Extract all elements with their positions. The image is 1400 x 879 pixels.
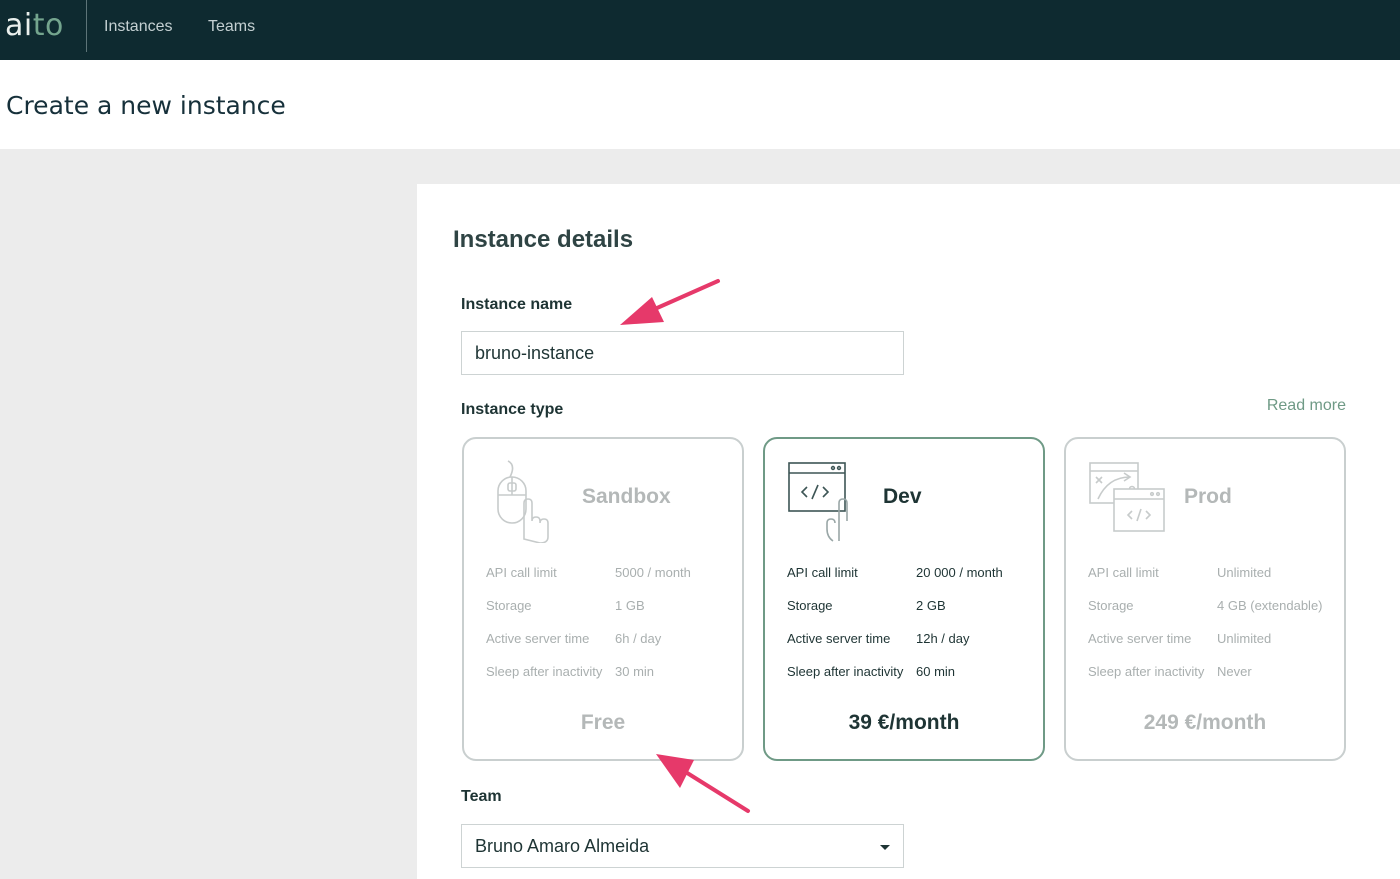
spec-label: Active server time [787,631,891,646]
spec-label: API call limit [787,565,858,580]
spec-value: 5000 / month [615,565,691,580]
page-header: Create a new instance [0,60,1400,149]
instance-details-panel: Instance details Instance name Instance … [417,184,1400,879]
spec-label: Sleep after inactivity [1088,664,1205,679]
plan-name: Prod [1184,485,1232,508]
navbar-divider [86,0,87,52]
mouse-click-icon [497,460,549,543]
spec-value: Unlimited [1217,565,1272,580]
plan-price: 249 €/month [1143,711,1267,734]
team-select-value: Bruno Amaro Almeida [475,836,650,856]
instance-name-label: Instance name [461,296,573,313]
aito-logo[interactable]: aito [5,8,64,43]
spec-value: 12h / day [916,631,970,646]
plan-card-dev[interactable]: Dev API call limit 20 000 / month Storage… [763,437,1045,761]
nav-teams-link[interactable]: Teams [208,18,255,36]
spec-value: 4 GB (extendable) [1217,598,1323,613]
spec-value: 6h / day [615,631,662,646]
section-title: Instance details [453,226,634,253]
spec-label: API call limit [486,565,557,580]
top-navbar: aito Instances Teams [0,0,1400,60]
nav-instances-link[interactable]: Instances [104,18,172,36]
spec-label: Sleep after inactivity [486,664,603,679]
spec-value: 1 GB [615,598,645,613]
deploy-windows-icon [1089,462,1165,532]
code-window-click-icon [788,462,848,542]
instance-name-input[interactable] [461,331,904,375]
plan-card-prod[interactable]: Prod API call limit Unlimited Storage 4 GB… [1064,437,1346,761]
plan-price: 39 €/month [848,711,960,734]
spec-value: 20 000 / month [916,565,1003,580]
read-more-link[interactable]: Read more [1267,397,1346,415]
plan-price: Free [580,711,626,734]
spec-label: Active server time [1088,631,1192,646]
plan-name: Dev [883,485,922,508]
team-select[interactable]: Bruno Amaro Almeida [461,824,904,868]
spec-value: 2 GB [916,598,946,613]
spec-value: Never [1217,664,1252,679]
spec-value: 60 min [916,664,956,679]
team-label: Team [461,788,502,805]
spec-value: Unlimited [1217,631,1272,646]
spec-label: API call limit [1088,565,1159,580]
spec-label: Storage [787,598,833,613]
spec-label: Active server time [486,631,590,646]
caret-down-icon [880,845,890,850]
page-title: Create a new instance [6,91,286,120]
spec-value: 30 min [615,664,655,679]
plan-name: Sandbox [582,485,671,508]
spec-label: Storage [1088,598,1134,613]
spec-label: Sleep after inactivity [787,664,904,679]
plan-card-sandbox[interactable]: Sandbox API call limit 5000 / month Stora… [462,437,744,761]
instance-type-label: Instance type [461,401,564,418]
spec-label: Storage [486,598,532,613]
